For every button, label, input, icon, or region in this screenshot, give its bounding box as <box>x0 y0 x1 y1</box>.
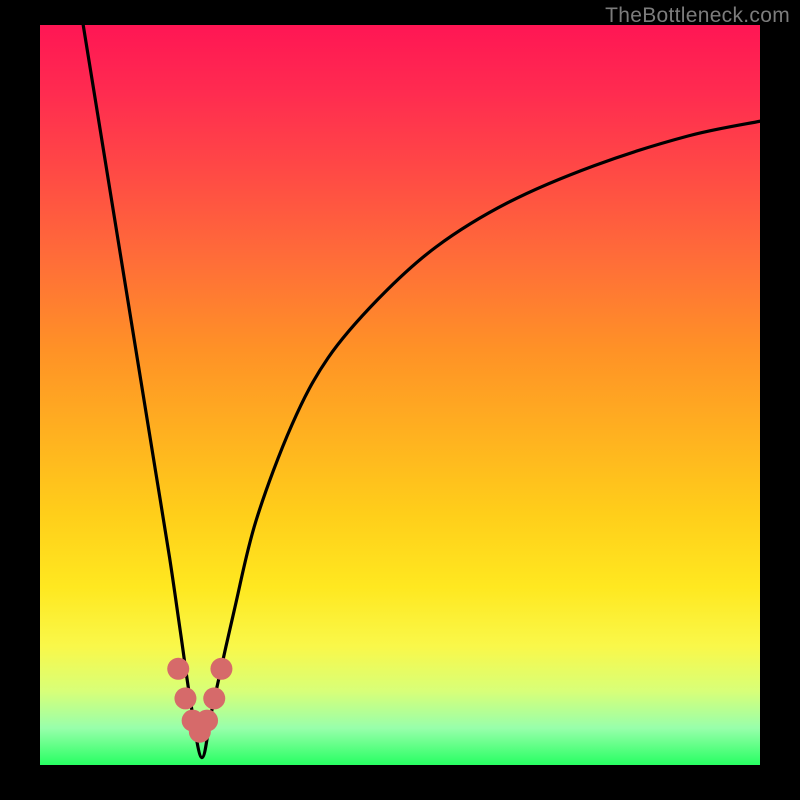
marker-dot <box>174 687 196 709</box>
marker-dot <box>203 687 225 709</box>
chart-svg <box>40 25 760 765</box>
marker-dot <box>196 710 218 732</box>
bottleneck-curve <box>83 25 760 758</box>
bottleneck-dots <box>167 658 232 743</box>
chart-area <box>40 25 760 765</box>
marker-dot <box>210 658 232 680</box>
marker-dot <box>167 658 189 680</box>
